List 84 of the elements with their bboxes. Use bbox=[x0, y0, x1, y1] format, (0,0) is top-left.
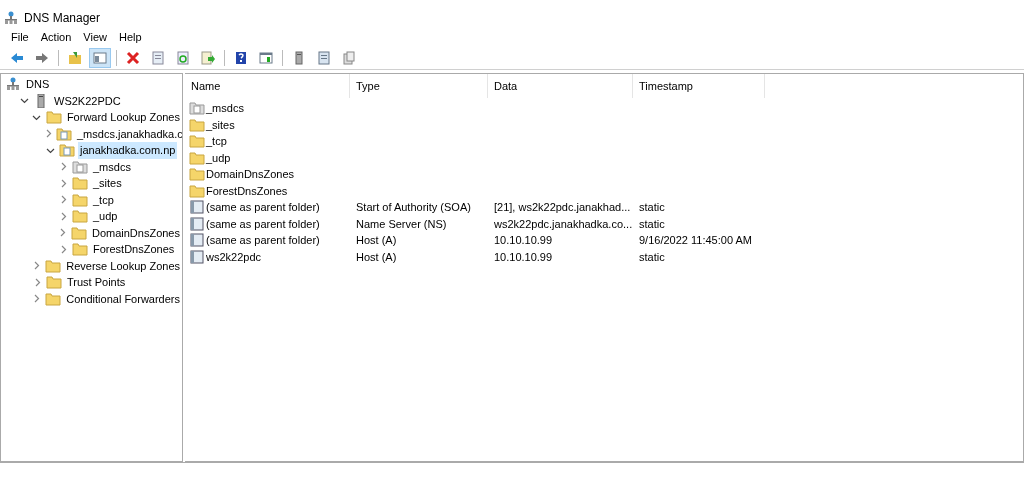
folder-icon bbox=[72, 209, 88, 224]
tree-item[interactable]: Conditional Forwarders bbox=[64, 290, 182, 307]
folder-icon bbox=[45, 110, 62, 125]
table-cell-text: _udp bbox=[206, 150, 231, 166]
help-icon bbox=[233, 49, 249, 66]
export-icon bbox=[200, 49, 216, 66]
table-cell-text: _tcp bbox=[206, 134, 227, 149]
table-cell-text: Host (A) bbox=[356, 233, 397, 248]
folder-icon bbox=[189, 183, 205, 198]
window-icon bbox=[258, 49, 274, 66]
tree-item[interactable]: WS2K22PDC bbox=[52, 92, 123, 109]
table-cell-text: ws2k22pdc bbox=[206, 249, 262, 265]
chevron-right-icon[interactable] bbox=[32, 294, 42, 304]
menu-item[interactable]: Help bbox=[113, 28, 147, 46]
zone-icon bbox=[189, 101, 205, 116]
dns-icon bbox=[5, 77, 21, 92]
table-cell-text: 9/16/2022 11:45:00 AM bbox=[639, 233, 752, 248]
table-cell-text: Host (A) bbox=[356, 249, 397, 265]
chevron-down-icon[interactable] bbox=[19, 96, 29, 106]
menu-item[interactable]: Action bbox=[35, 28, 77, 46]
document-icon bbox=[150, 49, 166, 66]
tree-item[interactable]: Reverse Lookup Zones bbox=[64, 257, 182, 274]
folder-icon bbox=[46, 275, 62, 290]
window-title: DNS Manager bbox=[24, 10, 101, 27]
list-icon bbox=[316, 49, 332, 66]
table-cell-text: static bbox=[639, 200, 665, 215]
table-cell-text: static bbox=[639, 216, 665, 232]
folder-icon bbox=[189, 150, 205, 165]
chevron-right-icon[interactable] bbox=[44, 129, 53, 139]
record-icon bbox=[189, 233, 205, 248]
folder-icon bbox=[189, 167, 205, 182]
folder-icon bbox=[72, 242, 88, 257]
table-cell-text: Name Server (NS) bbox=[356, 216, 447, 232]
table-cell-text: (same as parent folder) bbox=[206, 200, 320, 215]
tree-item[interactable]: DomainDnsZones bbox=[89, 224, 182, 241]
tree-item[interactable]: Trust Points bbox=[65, 274, 128, 291]
tree-item[interactable]: Forward Lookup Zones bbox=[64, 109, 182, 126]
table-cell-text: _msdcs bbox=[206, 101, 244, 116]
folder-icon bbox=[72, 192, 88, 207]
zone-icon bbox=[59, 143, 75, 158]
folder-icon bbox=[45, 258, 62, 273]
record-icon bbox=[189, 200, 205, 215]
record-icon bbox=[189, 216, 205, 231]
zone-icon bbox=[72, 159, 88, 174]
table-cell-text: (same as parent folder) bbox=[206, 233, 320, 248]
folder-icon bbox=[189, 117, 205, 132]
toolbar-button[interactable] bbox=[89, 47, 111, 68]
column-header[interactable]: Type bbox=[350, 74, 488, 98]
table-cell-text: ForestDnsZones bbox=[206, 183, 288, 199]
tree-item[interactable]: janakhadka.com.np bbox=[78, 142, 178, 159]
table-cell-text: _sites bbox=[206, 117, 235, 133]
zone-icon bbox=[56, 126, 72, 141]
refresh-icon bbox=[175, 49, 191, 66]
table-cell-text: Start of Authority (SOA) bbox=[356, 200, 471, 215]
tree-item[interactable]: _msdcs.janakhadka.c bbox=[75, 125, 182, 142]
table-cell-text: (same as parent folder) bbox=[206, 216, 320, 232]
dns-icon bbox=[4, 11, 18, 25]
folder-icon bbox=[67, 49, 83, 66]
table-cell-text: static bbox=[639, 249, 665, 265]
column-header[interactable]: Data bbox=[488, 74, 633, 98]
delete-icon bbox=[125, 49, 141, 66]
table-cell-text: DomainDnsZones bbox=[206, 167, 295, 182]
table-cell-text: 10.10.10.99 bbox=[494, 249, 553, 265]
tree-item[interactable]: _sites bbox=[91, 175, 124, 192]
tree-item[interactable]: _tcp bbox=[91, 191, 116, 208]
folder-icon bbox=[45, 291, 62, 306]
column-header[interactable]: Timestamp bbox=[633, 74, 765, 98]
table-cell-text: ws2k22pdc.janakhadka.co... bbox=[494, 216, 633, 232]
panel-icon bbox=[92, 49, 108, 66]
column-header[interactable]: Name bbox=[185, 74, 350, 98]
chevron-right-icon[interactable] bbox=[32, 261, 42, 271]
table-cell-text: 10.10.10.99 bbox=[494, 233, 553, 248]
record-icon bbox=[189, 249, 205, 264]
copy-icon bbox=[341, 49, 357, 66]
tree-item[interactable]: _msdcs bbox=[91, 158, 133, 175]
menu-item[interactable]: View bbox=[78, 28, 112, 46]
tree-item[interactable]: _udp bbox=[91, 208, 120, 225]
table-cell-text: [21], ws2k22pdc.janakhad... bbox=[494, 200, 631, 215]
menu-item[interactable]: File bbox=[6, 28, 34, 46]
tree-item[interactable]: ForestDnsZones bbox=[91, 241, 177, 258]
folder-icon bbox=[70, 225, 87, 240]
folder-icon bbox=[72, 176, 88, 191]
folder-icon bbox=[189, 134, 205, 149]
tree-item[interactable]: DNS bbox=[24, 76, 52, 93]
